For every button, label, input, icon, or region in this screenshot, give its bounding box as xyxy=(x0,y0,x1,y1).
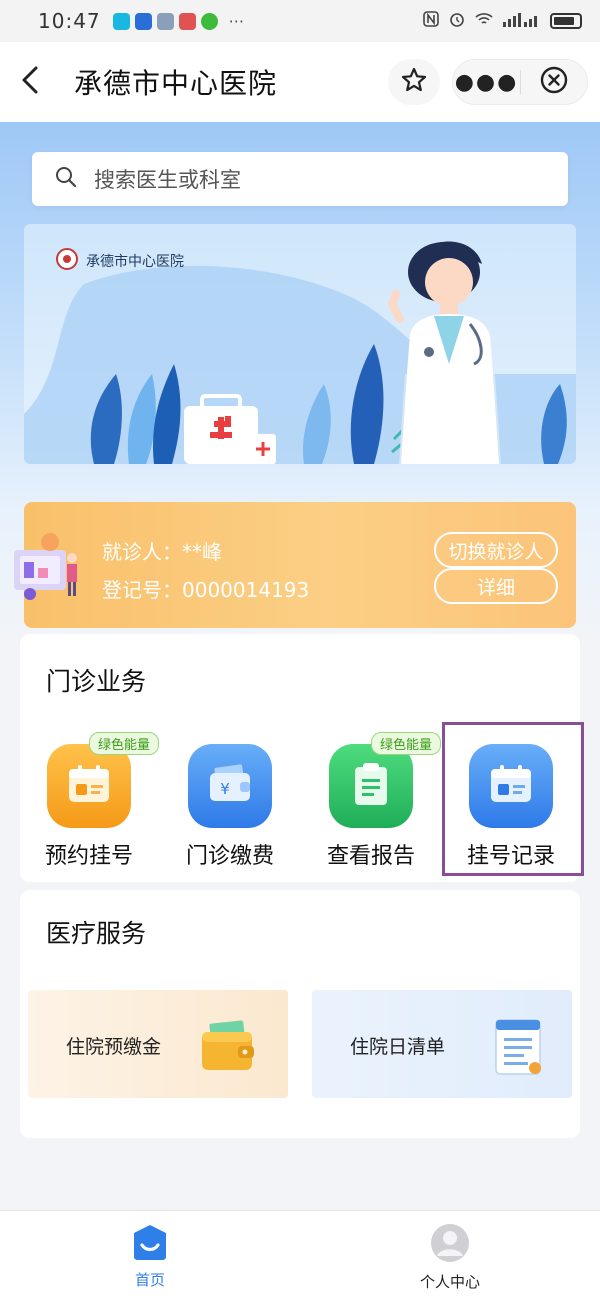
patient-id-label: 登记号： xyxy=(102,578,182,602)
battery-icon xyxy=(550,13,582,29)
patient-detail-button[interactable]: 详细 xyxy=(434,568,558,604)
svc-appointment[interactable]: 绿色能量 预约挂号 xyxy=(34,732,159,870)
green-energy-badge: 绿色能量 xyxy=(370,732,441,755)
svc-appointment-tile: 绿色能量 xyxy=(47,732,159,828)
svc-report[interactable]: 绿色能量 查看报告 xyxy=(316,732,441,870)
tab-home[interactable]: 首页 xyxy=(90,1223,210,1290)
user-icon xyxy=(430,1224,470,1267)
shop-app-icon xyxy=(178,12,196,30)
tab-personal-center-label: 个人中心 xyxy=(419,1273,480,1291)
wifi-icon xyxy=(474,11,494,31)
inpatient-deposit-tile[interactable]: 住院预缴金 xyxy=(28,990,288,1098)
document-icon xyxy=(492,1016,546,1082)
medical-section: 医疗服务 住院预缴金 住院日清单 xyxy=(20,890,580,1138)
tab-home-label: 首页 xyxy=(134,1271,165,1289)
svc-report-tile: 绿色能量 xyxy=(329,732,441,828)
nfc-icon xyxy=(422,10,440,32)
search-input[interactable]: 搜索医生或科室 xyxy=(32,152,568,206)
highlight-annotation-box xyxy=(442,722,584,876)
status-app-icons: ··· xyxy=(112,11,244,31)
hospital-logo-icon xyxy=(56,248,78,274)
mail-app-icon xyxy=(134,12,152,30)
svc-payment-tile: ¥ xyxy=(188,744,272,828)
svc-payment-label: 门诊缴费 xyxy=(185,844,274,869)
title-bar: 承德市中心医院 ●●● xyxy=(0,42,600,122)
patient-name-value: **峰 xyxy=(182,540,222,564)
alarm-icon xyxy=(448,10,466,32)
patient-name-label: 就诊人： xyxy=(102,540,182,564)
bottom-tab-bar: 首页 个人中心 xyxy=(0,1210,600,1300)
star-icon xyxy=(400,66,428,98)
close-button[interactable] xyxy=(521,65,587,99)
inpatient-daily-list-tile[interactable]: 住院日清单 xyxy=(312,990,572,1098)
patient-name-row: 就诊人：**峰 xyxy=(102,536,222,565)
home-icon xyxy=(130,1225,170,1265)
svg-text:¥: ¥ xyxy=(220,780,230,798)
favorite-button[interactable] xyxy=(388,59,440,105)
status-bar: 10:47 ··· xyxy=(0,0,600,42)
more-options-button[interactable]: ●●● xyxy=(453,70,520,95)
close-circle-icon xyxy=(539,65,569,99)
more-dots-icon: ●●● xyxy=(454,69,519,95)
inpatient-daily-list-label: 住院日清单 xyxy=(350,1036,446,1058)
outpatient-title: 门诊业务 xyxy=(46,667,147,696)
svc-report-label: 查看报告 xyxy=(326,844,415,869)
switch-patient-button[interactable]: 切换就诊人 xyxy=(434,532,558,568)
search-placeholder: 搜索医生或科室 xyxy=(94,168,241,192)
banner-hospital-name: 承德市中心医院 xyxy=(86,254,184,270)
patient-illustration-icon xyxy=(10,528,90,612)
page-title: 承德市中心医院 xyxy=(74,67,278,100)
tab-personal-center[interactable]: 个人中心 xyxy=(390,1223,510,1292)
status-time: 10:47 xyxy=(38,9,101,33)
wallet-icon xyxy=(198,1020,260,1078)
status-indicators xyxy=(422,10,582,32)
wechat-app-icon xyxy=(200,12,218,30)
chevron-left-icon xyxy=(19,65,41,99)
patient-id-row: 登记号：0000014193 xyxy=(102,574,309,603)
hospital-banner[interactable]: 承德市中心医院 xyxy=(24,224,576,464)
clipboard-icon xyxy=(351,761,391,811)
calendar-icon xyxy=(66,763,112,809)
patient-id-value: 0000014193 xyxy=(182,578,310,602)
chat-app-icon xyxy=(112,12,130,30)
miniprogram-capsule: ●●● xyxy=(452,59,588,105)
svc-appointment-label: 预约挂号 xyxy=(44,844,133,869)
signal-icon xyxy=(502,11,542,31)
inpatient-deposit-label: 住院预缴金 xyxy=(66,1036,162,1058)
back-button[interactable] xyxy=(0,42,60,122)
green-energy-badge: 绿色能量 xyxy=(88,732,159,755)
banner-logo: 承德市中心医院 xyxy=(56,248,184,274)
medical-title: 医疗服务 xyxy=(46,919,147,948)
status-more-dots: ··· xyxy=(228,11,244,31)
patient-card: 就诊人：**峰 登记号：0000014193 切换就诊人 详细 xyxy=(14,502,576,628)
wallet-yen-icon: ¥ xyxy=(207,764,253,808)
search-icon xyxy=(54,165,78,193)
svc-payment[interactable]: ¥ 门诊缴费 xyxy=(175,744,285,870)
gallery-app-icon xyxy=(156,12,174,30)
